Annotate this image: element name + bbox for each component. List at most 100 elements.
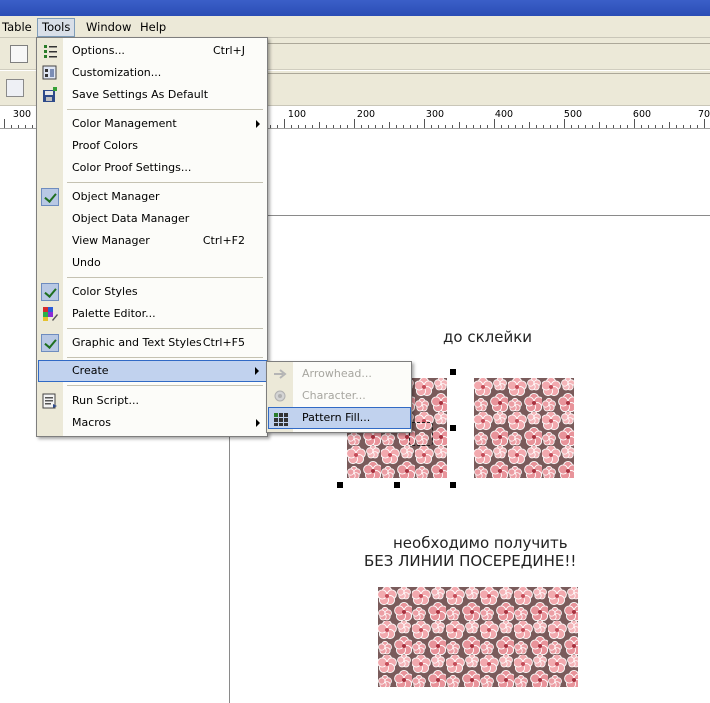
ruler-tick: [613, 125, 614, 128]
ruler-tick: [11, 125, 12, 128]
ruler-label: 300: [12, 109, 32, 120]
ruler-tick: [515, 125, 516, 128]
ruler-tick: [298, 125, 299, 128]
ruler-tick: [690, 125, 691, 128]
character-icon: [271, 387, 289, 405]
ruler-label: 600: [632, 109, 652, 120]
selection-handle[interactable]: [394, 482, 400, 488]
menu-item-view-manager[interactable]: View Manager Ctrl+F2: [38, 230, 267, 252]
ruler-tick: [347, 125, 348, 128]
menu-item-color-styles[interactable]: Color Styles: [38, 281, 267, 303]
toolbar-groove: [268, 73, 710, 103]
menu-item-palette-editor[interactable]: Palette Editor...: [38, 303, 267, 325]
menu-item-label: Pattern Fill...: [302, 411, 371, 424]
pattern-fill-icon: [272, 410, 290, 428]
submenu-item-arrowhead[interactable]: Arrowhead...: [268, 363, 411, 385]
ruler-tick: [340, 125, 341, 128]
menu-item-label: Object Data Manager: [72, 212, 190, 225]
submenu-arrow-icon: [256, 120, 260, 128]
ruler-tick: [431, 125, 432, 128]
selection-handle[interactable]: [450, 482, 456, 488]
pattern-tile-right[interactable]: [474, 378, 574, 478]
toolbar-image-icon[interactable]: [10, 45, 28, 63]
menu-item-customization[interactable]: Customization...: [38, 62, 267, 84]
menu-item-save-settings[interactable]: Save Settings As Default: [38, 84, 267, 106]
ruler-tick: [683, 125, 684, 128]
menu-window[interactable]: Window: [82, 18, 135, 37]
ruler-tick: [564, 119, 565, 128]
ruler-tick: [18, 125, 19, 128]
save-settings-icon: [41, 86, 59, 104]
checkmark-icon: [41, 283, 59, 301]
menu-item-label: Save Settings As Default: [72, 88, 209, 101]
menu-item-color-management[interactable]: Color Management: [38, 113, 267, 135]
ruler-label: 300: [425, 109, 445, 120]
menu-separator: [67, 385, 263, 386]
ruler-tick: [424, 119, 425, 128]
selection-handle[interactable]: [450, 425, 456, 431]
menu-item-label: Color Proof Settings...: [72, 161, 192, 174]
menu-item-color-proof-settings[interactable]: Color Proof Settings...: [38, 157, 267, 179]
menu-item-object-data-manager[interactable]: Object Data Manager: [38, 208, 267, 230]
ruler-tick: [445, 125, 446, 128]
menu-table[interactable]: Table: [0, 18, 36, 37]
selection-handle[interactable]: [450, 369, 456, 375]
menu-item-shortcut: Ctrl+F5: [202, 336, 245, 349]
ruler-tick: [25, 125, 26, 128]
menu-item-shortcut: Ctrl+J: [212, 44, 245, 57]
menu-item-create[interactable]: Create: [38, 360, 267, 382]
menu-item-label: Character...: [302, 389, 366, 402]
ruler-tick: [410, 125, 411, 128]
menu-item-run-script[interactable]: Run Script...: [38, 390, 267, 412]
menu-separator: [67, 328, 263, 329]
menu-item-object-manager[interactable]: Object Manager: [38, 186, 267, 208]
menu-item-macros[interactable]: Macros: [38, 412, 267, 434]
ruler-tick: [305, 125, 306, 128]
menu-item-label: Run Script...: [72, 394, 139, 407]
ruler-tick: [417, 125, 418, 128]
palette-icon: [41, 305, 59, 323]
submenu-item-pattern-fill[interactable]: Pattern Fill...: [268, 407, 411, 429]
ruler-tick: [319, 122, 320, 128]
ruler-tick: [277, 125, 278, 128]
ruler-tick: [669, 122, 670, 128]
submenu-arrow-icon: [256, 419, 260, 427]
menu-item-options[interactable]: Options... Ctrl+J: [38, 40, 267, 62]
menu-item-proof-colors[interactable]: Proof Colors: [38, 135, 267, 157]
ruler-tick: [599, 122, 600, 128]
pattern-tile-combined[interactable]: [378, 587, 578, 687]
ruler-tick: [270, 125, 271, 128]
menu-help[interactable]: Help: [136, 18, 170, 37]
align-icon[interactable]: [6, 79, 24, 97]
menu-item-label: Undo: [72, 256, 101, 269]
menu-item-graphic-text-styles[interactable]: Graphic and Text Styles Ctrl+F5: [38, 332, 267, 354]
arrowhead-icon: [271, 365, 289, 383]
menu-item-label: Options...: [72, 44, 125, 57]
selection-handle[interactable]: [337, 482, 343, 488]
page-border-top: [229, 215, 710, 216]
menu-item-undo[interactable]: Undo: [38, 252, 267, 274]
menubar: Table Tools Window Help: [0, 16, 710, 38]
ruler-tick: [403, 125, 404, 128]
ruler-tick: [697, 125, 698, 128]
ruler-tick: [648, 125, 649, 128]
ruler-tick: [641, 125, 642, 128]
ruler-tick: [592, 125, 593, 128]
ruler-tick: [543, 125, 544, 128]
menu-separator: [67, 182, 263, 183]
menu-item-label: Proof Colors: [72, 139, 138, 152]
checkmark-icon: [41, 334, 59, 352]
ruler-tick: [396, 125, 397, 128]
ruler-tick: [466, 125, 467, 128]
ruler-tick: [627, 125, 628, 128]
ruler-tick: [284, 119, 285, 128]
menu-separator: [67, 357, 263, 358]
options-icon: [41, 42, 59, 60]
script-icon: [41, 392, 59, 410]
ruler-tick: [473, 125, 474, 128]
ruler-tick: [312, 125, 313, 128]
menu-tools[interactable]: Tools: [37, 18, 76, 37]
ruler-tick: [333, 125, 334, 128]
submenu-item-character[interactable]: Character...: [268, 385, 411, 407]
ruler-tick: [557, 125, 558, 128]
